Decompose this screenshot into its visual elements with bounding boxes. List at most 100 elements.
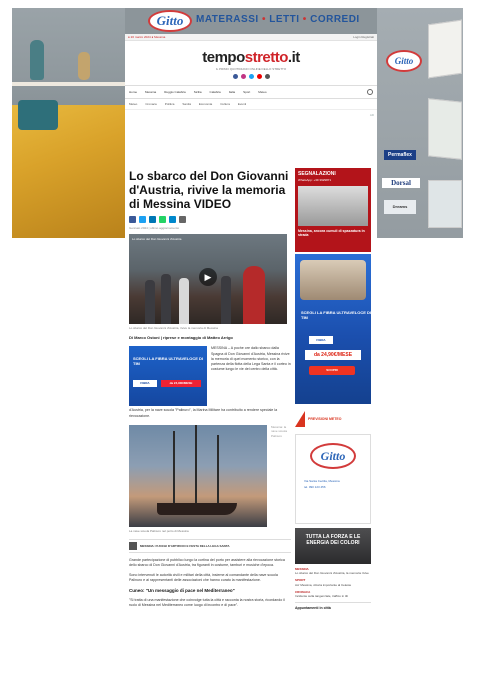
instagram-icon[interactable]: [240, 74, 246, 79]
news-item[interactable]: SPORT Acr Messina, vittoria importante a…: [295, 578, 371, 586]
site-container: ● 20 marzo 2024 ● Messina Login Registra…: [125, 34, 377, 678]
news-text: Incidente sulla tangenziale, traffico in…: [295, 594, 348, 599]
news-text: Lo sbarco del Don Giovanni d'Austria, la…: [295, 571, 369, 576]
skin-badge-dreams[interactable]: Dreams: [384, 200, 416, 214]
ship-hull: [157, 502, 237, 515]
ship-caption: La nave scuola Palinuro nel porto di Mes…: [129, 528, 189, 533]
share-facebook-icon[interactable]: [129, 216, 136, 224]
article-paragraph: Grande partecipazione di pubblico lungo …: [129, 557, 285, 567]
ship-figure: Messina: la nave scuola Palinuro: [129, 424, 291, 527]
video-figure: [161, 274, 171, 325]
skin-badge-dorsal[interactable]: Dorsal: [382, 178, 420, 188]
video-figure: [221, 276, 231, 325]
meteo-label: PREVISIONI METEO: [308, 417, 342, 421]
segnalazioni-text: Messina, ancora cumuli di spazzatura in …: [298, 229, 365, 237]
news-item[interactable]: MESSINA Lo sbarco del Don Giovanni d'Aus…: [295, 567, 371, 575]
video-caption: Lo sbarco del Don Giovanni d'Austria, ri…: [129, 326, 218, 331]
site-logo[interactable]: tempostretto.it: [125, 49, 377, 66]
share-linkedin-icon[interactable]: [149, 216, 156, 224]
subnav-item[interactable]: Cultura: [220, 102, 230, 106]
video-figure: [145, 280, 155, 325]
news-category: SPORT: [295, 578, 306, 583]
share-twitter-icon[interactable]: [139, 216, 146, 224]
social-icons: [125, 74, 377, 79]
sidebar: SEGNALAZIONI WhatsApp: +39 3929871 Messi…: [295, 168, 371, 610]
skin-right-logo[interactable]: Gitto: [386, 50, 422, 72]
tim-ad-image: [300, 260, 366, 300]
play-icon[interactable]: ▶: [199, 268, 217, 287]
related-text: MESSINA: FUOCHI D'ARTIFICIO E FESTA DELL…: [140, 543, 230, 548]
video-figure: [179, 278, 189, 325]
mail-icon[interactable]: [264, 74, 270, 79]
sidebar-gitto-line: Via Santa Cecilia, Messina: [304, 479, 340, 483]
subnav-item[interactable]: Economia: [199, 102, 212, 106]
subnav-item[interactable]: Eventi: [238, 102, 246, 106]
segnalazioni-image: [298, 186, 368, 226]
article-paragraph: "Si tratta di una manifestazione che coi…: [129, 597, 285, 607]
share-whatsapp-icon[interactable]: [159, 216, 166, 224]
nav-item[interactable]: Sicilia: [194, 90, 202, 94]
article-byline: Gennaio 2024 | ultimo aggiornamento: [129, 226, 180, 231]
subnav-item[interactable]: Sanità: [182, 102, 191, 106]
site-logo-subtitle: IL PRIMO QUOTIDIANO ONLINE DELLO STRETTO: [215, 67, 287, 71]
nav-item[interactable]: Italia: [229, 90, 235, 94]
topbar-date: ● 20 marzo 2024 ● Messina: [128, 35, 166, 39]
nav-item[interactable]: Sport: [243, 90, 250, 94]
nav-item[interactable]: Home: [129, 90, 137, 94]
article-subhead: Cuneo: "Un messaggio di pace nel Mediter…: [129, 587, 235, 593]
sidebar-gitto-ad[interactable]: Gitto Via Santa Cecilia, Messina tel. 09…: [295, 434, 371, 524]
ship-side-caption: Messina: la nave scuola Palinuro: [271, 424, 288, 438]
tim-side-cta[interactable]: SCOPRI: [309, 366, 355, 375]
nav-item[interactable]: Calabria: [210, 90, 221, 94]
video-figure-red: [243, 266, 265, 325]
search-icon[interactable]: [367, 89, 373, 95]
subnav-item[interactable]: Cronaca: [145, 102, 156, 106]
meteo-link[interactable]: PREVISIONI METEO: [295, 408, 371, 430]
tim-side-heading: SCEGLI LA FIBRA ULTRAVELOCE DI TIM: [301, 310, 371, 320]
tim-ad-price[interactable]: da 24,90€/MESE: [161, 380, 201, 388]
skin-brand-tagline: MATERASSI • LETTI • CORREDI: [196, 14, 360, 25]
news-item[interactable]: CRONACA Incidente sulla tangenziale, tra…: [295, 590, 371, 598]
subnav-item[interactable]: Meteo: [129, 102, 137, 106]
sidebar-news-list: MESSINA Lo sbarco del Don Giovanni d'Aus…: [295, 567, 371, 598]
tim-ad-button[interactable]: FIBRA: [133, 380, 157, 388]
ship-mast: [195, 424, 197, 507]
article-body-top: SCEGLI LA FIBRA ULTRAVELOCE DI TIM FIBRA…: [129, 346, 291, 407]
share-buttons: [129, 216, 291, 224]
related-link[interactable]: MESSINA: FUOCHI D'ARTIFICIO E FESTA DELL…: [129, 538, 291, 553]
skin-vase-small: [78, 52, 90, 80]
main-nav: Home Messina Reggio Calabria Sicilia Cal…: [125, 85, 377, 99]
nav-item[interactable]: Reggio Calabria: [164, 90, 186, 94]
news-text: Acr Messina, vittoria importante al Cele…: [295, 582, 352, 587]
facebook-icon[interactable]: [232, 74, 238, 79]
article-paragraph: Sono intervenuti le autorità civili e mi…: [129, 573, 278, 583]
skin-shelf: [12, 82, 125, 86]
related-thumb: [129, 541, 137, 550]
video-player[interactable]: Lo sbarco del Don Giovanni d'Austria ▶: [129, 234, 287, 325]
top-ad-slot[interactable]: AD: [125, 110, 377, 170]
appuntamenti-heading: Appuntamenti in città: [295, 602, 371, 610]
share-telegram-icon[interactable]: [169, 216, 176, 224]
top-bar: ● 20 marzo 2024 ● Messina Login Registra…: [125, 34, 377, 41]
topbar-login[interactable]: Login Registrati: [353, 35, 374, 39]
segnalazioni-box[interactable]: SEGNALAZIONI WhatsApp: +39 3929871 Messi…: [295, 168, 371, 252]
sidebar-tim-ad[interactable]: SCEGLI LA FIBRA ULTRAVELOCE DI TIM FIBRA…: [295, 254, 371, 404]
tim-side-price: da 24,90€/MESE: [305, 350, 361, 360]
segnalazioni-phone: WhatsApp: +39 3929871: [298, 178, 332, 182]
youtube-icon[interactable]: [256, 74, 262, 79]
tim-side-fibra: FIBRA: [309, 336, 333, 344]
sidebar-gitto-line: tel. 090 123 456: [304, 485, 326, 489]
article: Lo sbarco del Don Giovanni d'Austria, ri…: [129, 169, 291, 608]
skin-badge-permaflex[interactable]: Permaflex: [384, 150, 416, 160]
subnav-item[interactable]: Politica: [165, 102, 175, 106]
skin-product-card: [428, 19, 462, 79]
skin-product-card: [428, 180, 462, 228]
nav-item[interactable]: Meteo: [258, 90, 266, 94]
sidebar-dark-banner[interactable]: TUTTA LA FORZA E LE ENERGIA DEI COLORI: [295, 528, 371, 564]
twitter-icon[interactable]: [248, 74, 254, 79]
tim-ad-text: SCEGLI LA FIBRA ULTRAVELOCE DI TIM: [133, 356, 203, 367]
inline-tim-ad[interactable]: SCEGLI LA FIBRA ULTRAVELOCE DI TIM FIBRA…: [129, 346, 207, 407]
nav-item[interactable]: Messina: [145, 90, 156, 94]
skin-brand-logo[interactable]: Gitto: [148, 10, 192, 32]
share-email-icon[interactable]: [179, 216, 186, 224]
